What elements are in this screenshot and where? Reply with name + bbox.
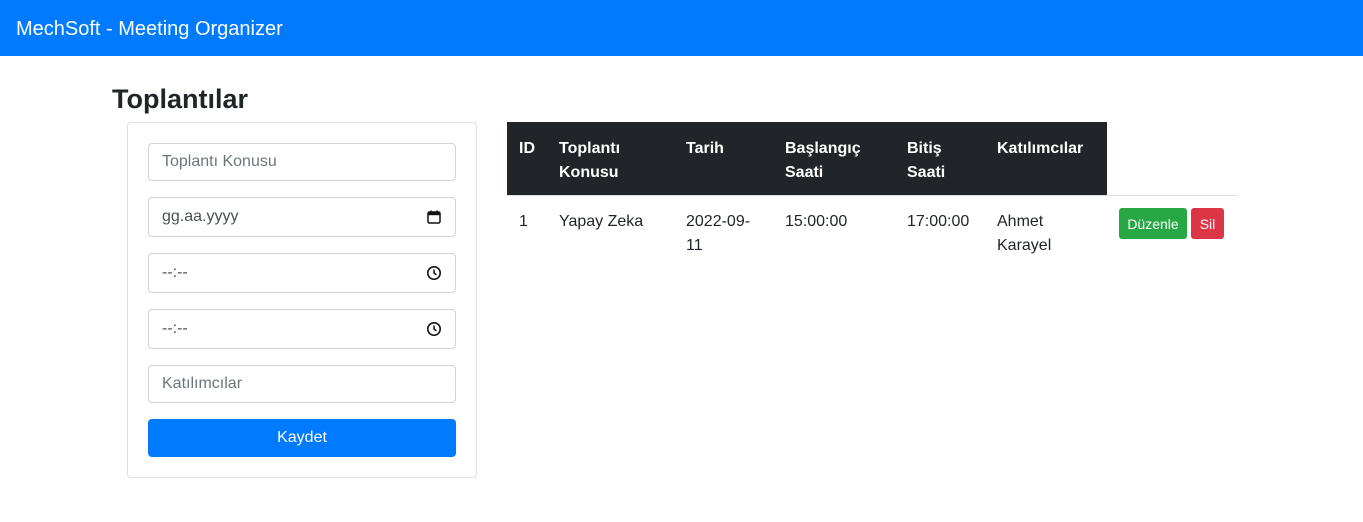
row-divider bbox=[507, 195, 1238, 196]
header-id: ID bbox=[519, 140, 535, 157]
page-title: Toplantılar bbox=[112, 84, 249, 114]
participants-placeholder: Katılımcılar bbox=[162, 375, 243, 392]
cell-subject: Yapay Zeka bbox=[559, 213, 644, 230]
save-button[interactable]: Kaydet bbox=[148, 419, 456, 457]
header-start-time: Başlangıç Saati bbox=[785, 140, 861, 181]
header-subject: Toplantı Konusu bbox=[559, 140, 621, 181]
header-date: Tarih bbox=[686, 140, 724, 157]
cell-start-time: 15:00:00 bbox=[785, 213, 848, 230]
cell-participants: Ahmet Karayel bbox=[997, 213, 1052, 254]
header-participants: Katılımcılar bbox=[997, 140, 1084, 157]
cell-date: 2022-09- 11 bbox=[686, 213, 751, 254]
end-time-placeholder: --:-- bbox=[162, 320, 188, 337]
subject-input[interactable]: Toplantı Konusu bbox=[148, 143, 456, 181]
start-time-placeholder: --:-- bbox=[162, 264, 188, 281]
meeting-form: Toplantı Konusu gg.aa.yyyy --:-- --:-- K… bbox=[127, 122, 477, 478]
end-time-input[interactable]: --:-- bbox=[148, 309, 456, 349]
participants-input[interactable]: Katılımcılar bbox=[148, 365, 456, 403]
header-end-time: Bitiş Saati bbox=[907, 140, 946, 181]
app-brand[interactable]: MechSoft - Meeting Organizer bbox=[16, 17, 283, 41]
table-header: ID Toplantı Konusu Tarih Başlangıç Saati… bbox=[507, 122, 1107, 195]
delete-button[interactable]: Sil bbox=[1191, 208, 1224, 239]
calendar-icon[interactable] bbox=[426, 209, 442, 225]
edit-button[interactable]: Düzenle bbox=[1119, 208, 1187, 239]
clock-icon[interactable] bbox=[426, 265, 442, 281]
subject-placeholder: Toplantı Konusu bbox=[162, 153, 277, 170]
date-input[interactable]: gg.aa.yyyy bbox=[148, 197, 456, 237]
cell-id: 1 bbox=[519, 213, 528, 230]
top-navbar: MechSoft - Meeting Organizer bbox=[0, 0, 1363, 56]
clock-icon[interactable] bbox=[426, 321, 442, 337]
date-placeholder: gg.aa.yyyy bbox=[162, 208, 239, 225]
start-time-input[interactable]: --:-- bbox=[148, 253, 456, 293]
cell-end-time: 17:00:00 bbox=[907, 213, 970, 230]
